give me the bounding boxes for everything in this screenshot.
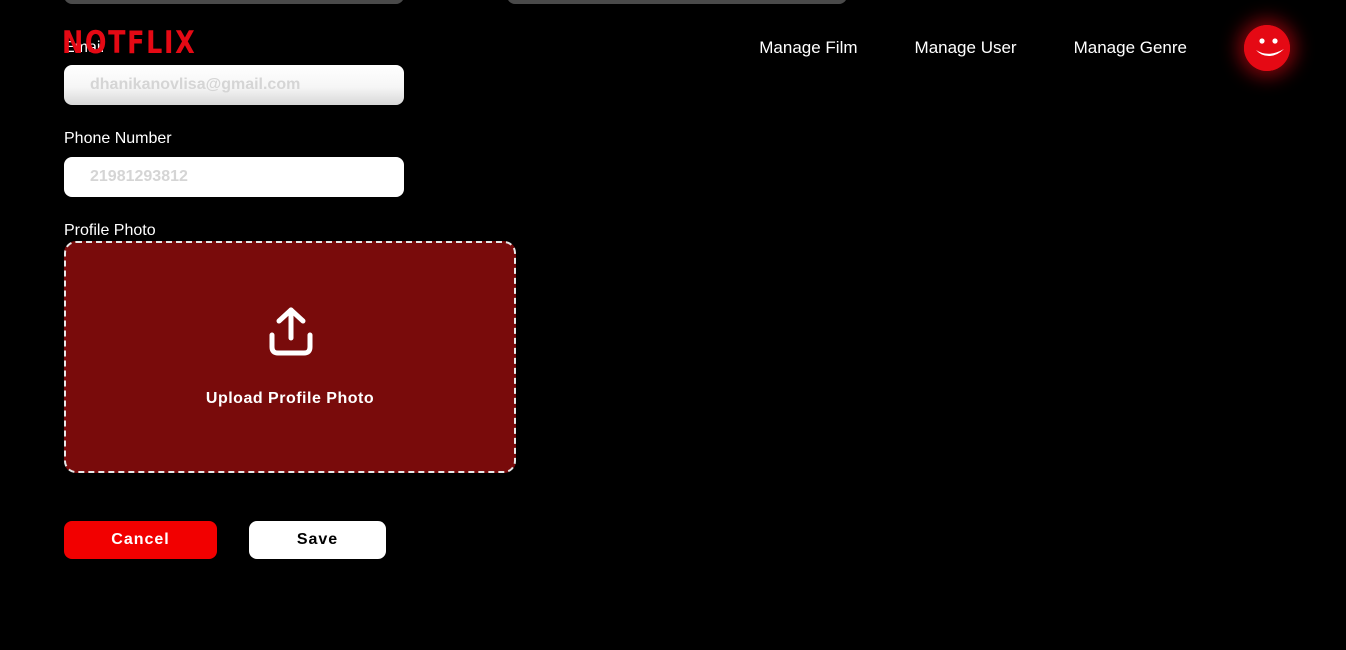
nav-manage-user[interactable]: Manage User — [915, 38, 1017, 58]
email-input[interactable] — [64, 65, 404, 105]
save-button[interactable]: Save — [249, 521, 386, 559]
phone-number-input[interactable] — [64, 157, 404, 197]
cut-off-input[interactable] — [64, 0, 404, 4]
cut-off-input[interactable] — [507, 0, 847, 4]
profile-photo-dropzone[interactable]: Upload Profile Photo — [64, 241, 516, 473]
edit-profile-page: NOTFLIX Manage Film Manage User Manage G… — [0, 0, 1346, 650]
upload-icon — [269, 307, 313, 356]
avatar[interactable] — [1244, 25, 1290, 71]
profile-photo-label: Profile Photo — [64, 222, 156, 239]
upload-profile-photo-label: Upload Profile Photo — [205, 390, 375, 407]
nav-manage-film[interactable]: Manage Film — [759, 38, 857, 58]
nav-manage-genre[interactable]: Manage Genre — [1074, 38, 1187, 58]
main-nav: Manage Film Manage User Manage Genre — [759, 38, 1187, 58]
notflix-logo[interactable]: NOTFLIX — [62, 28, 196, 59]
smiley-face-icon — [1244, 25, 1290, 71]
cancel-button[interactable]: Cancel — [64, 521, 217, 559]
phone-label: Phone Number — [64, 130, 172, 147]
